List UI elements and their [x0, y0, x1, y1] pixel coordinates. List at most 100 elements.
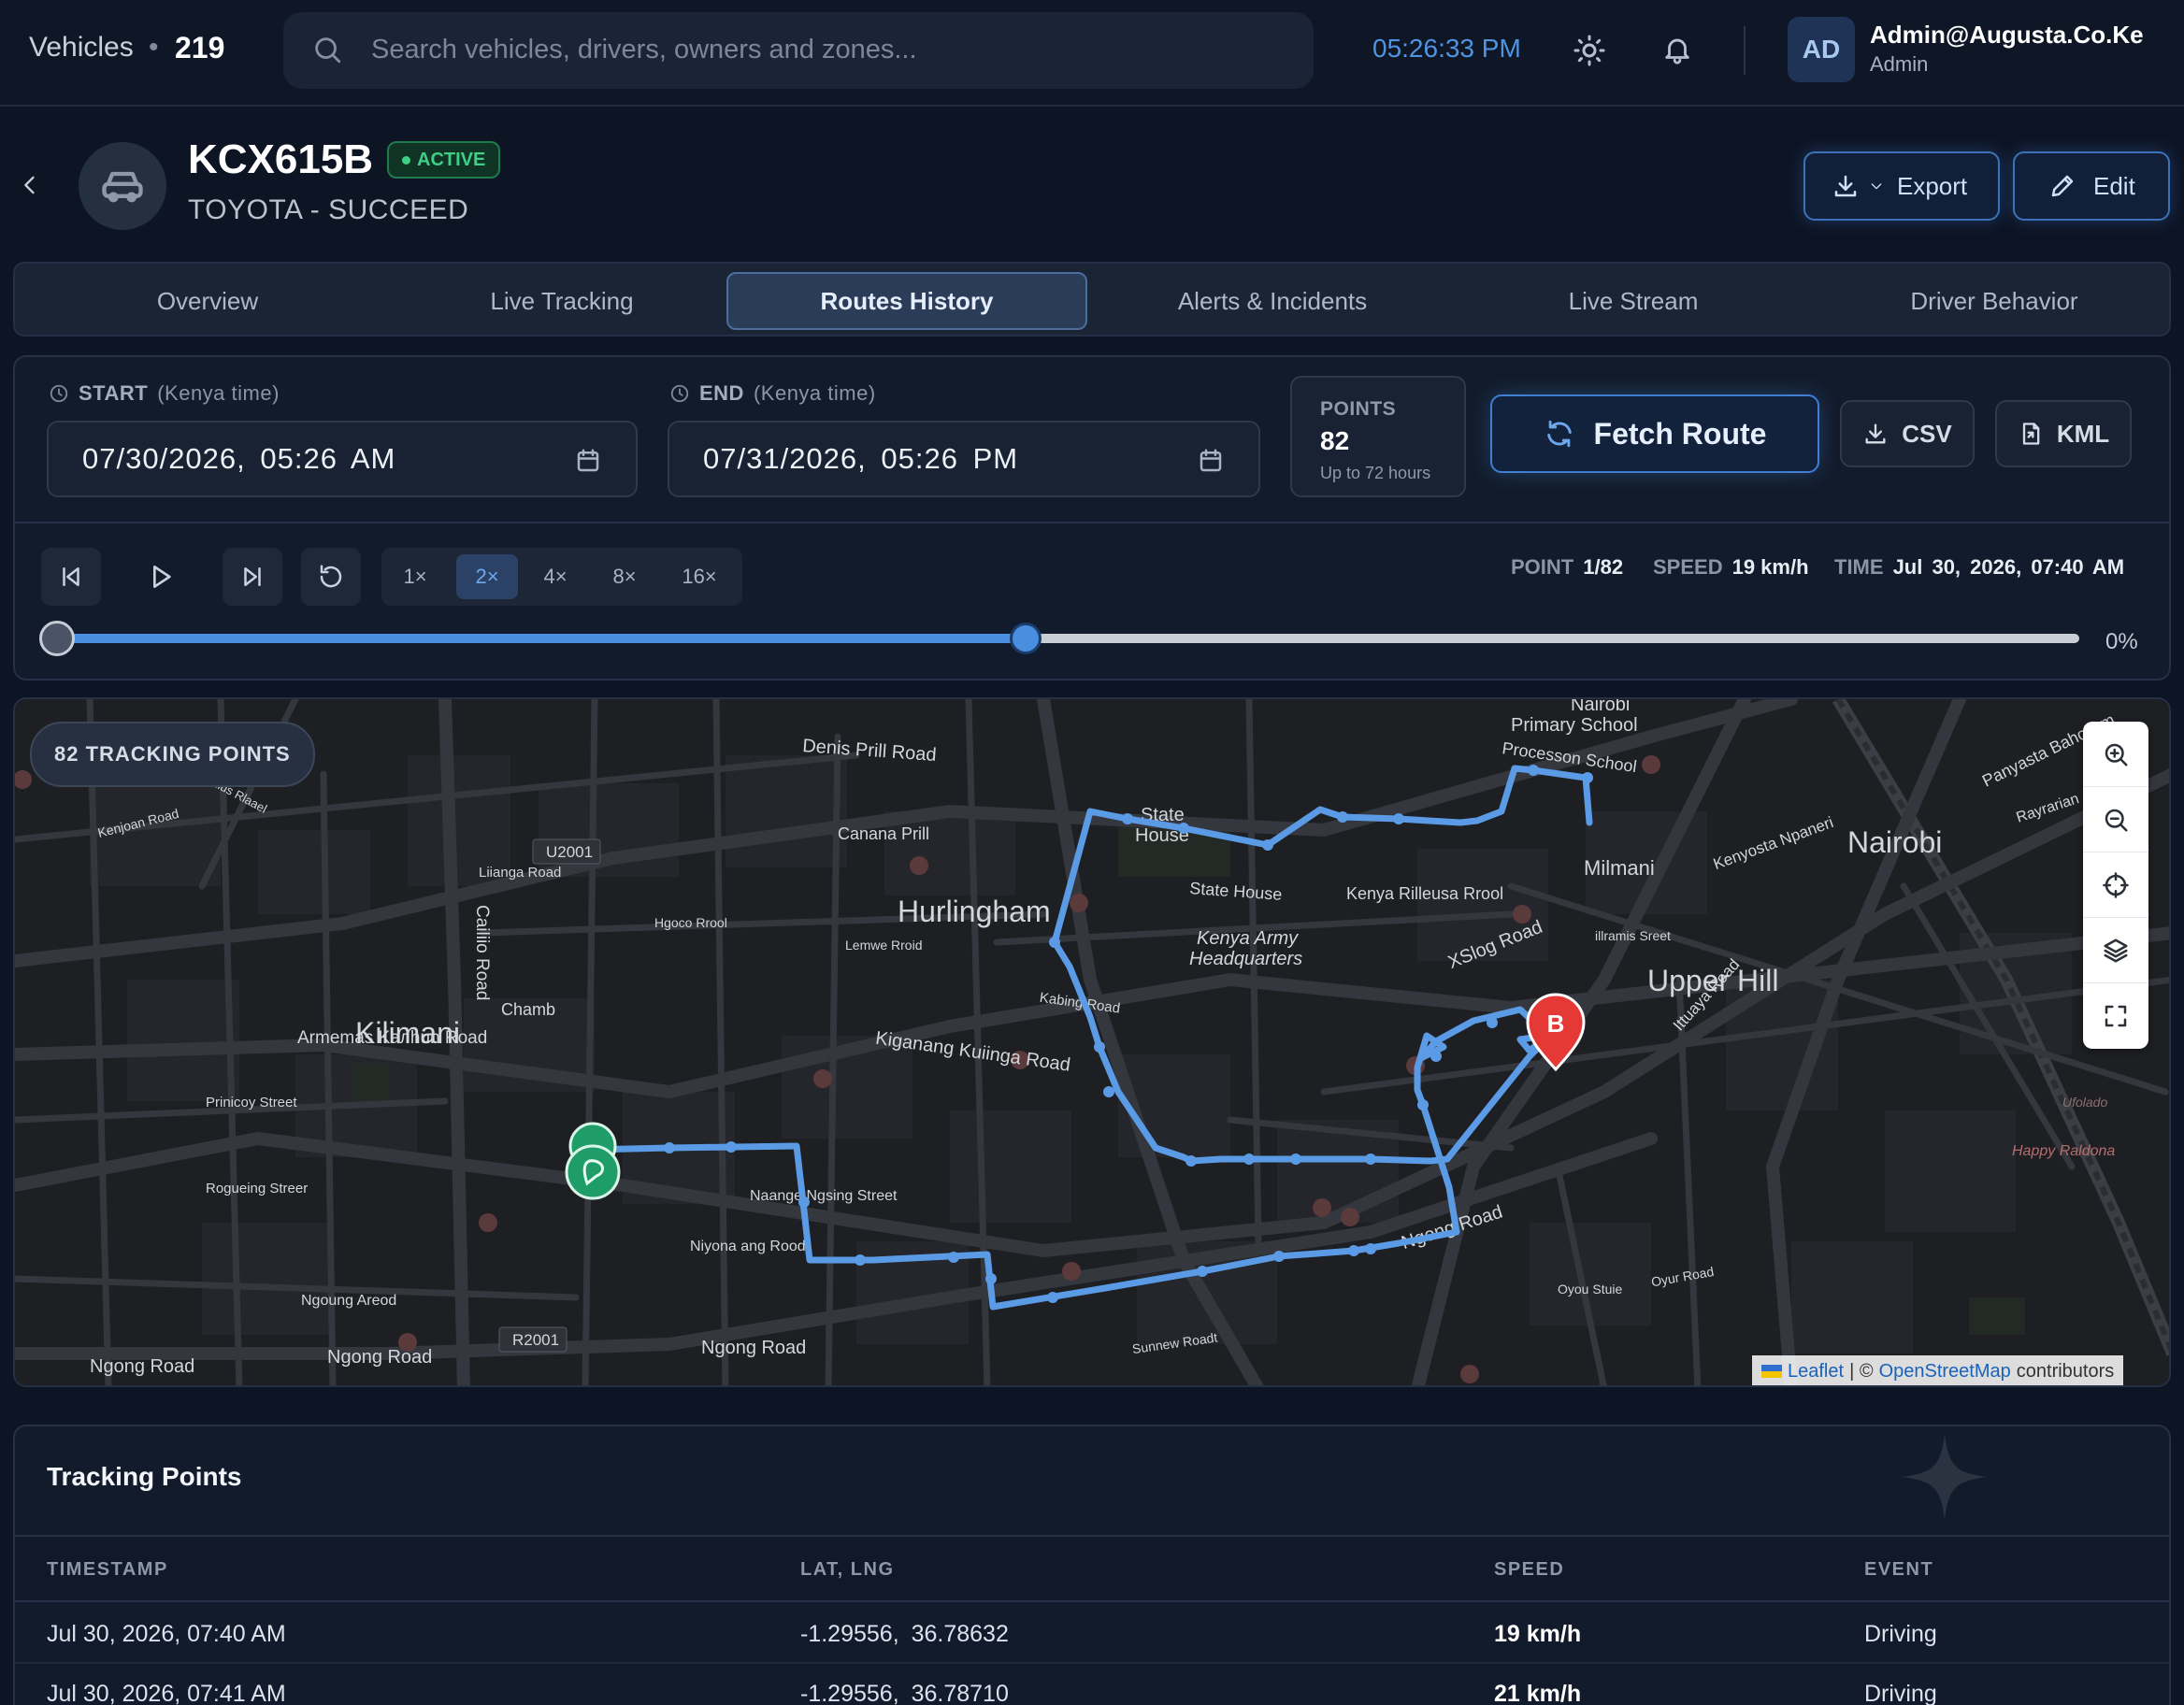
rotate-ccw-icon: [320, 565, 342, 588]
end-date-input[interactable]: 07/31/2026, 05:26 PM: [668, 421, 1260, 497]
skip-start-button[interactable]: [41, 548, 101, 606]
end-label-sub: (Kenya time): [753, 381, 876, 405]
map-label-rogueing: Rogueing Streer: [206, 1181, 308, 1196]
fetch-route-button[interactable]: Fetch Route: [1490, 394, 1819, 473]
column-header-timestamp[interactable]: TIMESTAMP: [47, 1559, 168, 1581]
tab-live-stream[interactable]: Live Stream: [1453, 272, 1814, 330]
table-header: TIMESTAMP LAT, LNG SPEED EVENT: [15, 1535, 2169, 1602]
layers-button[interactable]: [2083, 918, 2148, 983]
point-key: POINT: [1511, 555, 1574, 579]
playback-slider-handle[interactable]: [39, 621, 75, 656]
calendar-icon[interactable]: [574, 447, 602, 475]
sun-icon[interactable]: [1573, 34, 1606, 67]
user-role: Admin: [1870, 52, 1929, 76]
calendar-icon[interactable]: [1197, 447, 1225, 475]
csv-button[interactable]: CSV: [1840, 400, 1975, 467]
speed-16x[interactable]: 16×: [664, 554, 735, 599]
file-icon: [2022, 423, 2040, 445]
speed-2x[interactable]: 2×: [456, 554, 518, 599]
column-header-speed[interactable]: SPEED: [1494, 1559, 1564, 1581]
vehicle-plate: KCX615B: [188, 136, 374, 182]
cell-timestamp: Jul 30, 2026, 07:41 AM: [47, 1681, 286, 1705]
search-input[interactable]: [371, 29, 1287, 70]
map-label-hurlingham: Hurlingham: [898, 895, 1051, 928]
vehicle-avatar: [79, 142, 166, 230]
map-label-hgoco: Hgoco Rrool: [654, 915, 727, 930]
zoom-in-icon: [2105, 743, 2128, 766]
route-controls-panel: START (Kenya time) 07/30/2026, 05:26 AM E…: [13, 355, 2171, 681]
search-box[interactable]: [283, 12, 1314, 89]
sparkle-icon: [1902, 1434, 1988, 1520]
tab-driver-behavior[interactable]: Driver Behavior: [1814, 272, 2175, 330]
clock-icon: [50, 384, 68, 403]
start-label-text: START: [79, 381, 149, 405]
locate-button[interactable]: [2083, 852, 2148, 918]
back-chevron-icon[interactable]: [17, 170, 43, 200]
cell-event: Driving: [1864, 1621, 1937, 1647]
leaflet-link[interactable]: Leaflet: [1788, 1361, 1844, 1383]
map-canvas[interactable]: Hurlingham Kilimani Upper Hill Nairobi M…: [15, 699, 2171, 1387]
column-header-event[interactable]: EVENT: [1864, 1559, 1933, 1581]
tracking-points-title: Tracking Points: [47, 1462, 242, 1491]
tracking-points-pill: 82 TRACKING POINTS: [30, 722, 315, 787]
cell-speed: 19 km/h: [1494, 1621, 1582, 1647]
attribution-rest: contributors: [2016, 1360, 2115, 1382]
map-label-princoy: Prinicoy Street: [206, 1095, 297, 1110]
end-label-text: END: [699, 381, 744, 405]
end-label: END (Kenya time): [669, 381, 876, 406]
pencil-icon: [2051, 175, 2074, 197]
speed-8x[interactable]: 8×: [596, 554, 653, 599]
tab-live-tracking[interactable]: Live Tracking: [381, 272, 742, 330]
vehicles-count: 219: [175, 31, 225, 64]
start-date-input[interactable]: 07/30/2026, 05:26 AM: [47, 421, 638, 497]
map-label-kenya-army: Kenya Army: [1197, 928, 1299, 949]
route-start-marker[interactable]: [565, 1122, 621, 1200]
fullscreen-icon: [2105, 1005, 2127, 1027]
end-marker-label: B: [1547, 1010, 1565, 1038]
map-attribution: Leaflet | © OpenStreetMap contributors: [1752, 1355, 2124, 1385]
cell-latlng: -1.29556, 36.78710: [800, 1681, 1009, 1705]
edit-button[interactable]: Edit: [2013, 151, 2170, 221]
cell-speed: 21 km/h: [1494, 1681, 1582, 1705]
divider: [1744, 26, 1746, 75]
download-icon: [1865, 423, 1886, 444]
column-header-latlng[interactable]: LAT, LNG: [800, 1559, 895, 1581]
reset-button[interactable]: [301, 548, 361, 606]
layers-icon: [2104, 938, 2128, 962]
start-label: START (Kenya time): [49, 381, 280, 406]
kml-label: KML: [2056, 419, 2110, 448]
status-dot: [402, 155, 410, 165]
tracking-points-panel: Tracking Points TIMESTAMP LAT, LNG SPEED…: [13, 1425, 2171, 1705]
points-label: POINTS: [1320, 398, 1397, 420]
table-row[interactable]: Jul 30, 2026, 07:40 AM -1.29556, 36.7863…: [15, 1604, 2169, 1664]
route-map[interactable]: Hurlingham Kilimani Upper Hill Nairobi M…: [13, 697, 2171, 1387]
skip-end-button[interactable]: [223, 548, 282, 606]
download-icon: [1834, 175, 1857, 197]
road-shield-r2001: R2001: [498, 1326, 568, 1353]
tab-alerts-incidents[interactable]: Alerts & Incidents: [1092, 272, 1453, 330]
play-button[interactable]: [131, 548, 191, 606]
kml-button[interactable]: KML: [1995, 400, 2132, 467]
start-date-value: 07/30/2026, 05:26 AM: [82, 442, 396, 475]
table-row[interactable]: Jul 30, 2026, 07:41 AM -1.29556, 36.7871…: [15, 1664, 2169, 1705]
export-button[interactable]: Export: [1803, 151, 2000, 221]
speed-1x[interactable]: 1×: [389, 554, 441, 599]
tab-overview[interactable]: Overview: [27, 272, 388, 330]
time-readout: TIME Jul 30, 2026, 07:40 AM: [1834, 555, 2124, 580]
attribution-sep: | ©: [1849, 1360, 1874, 1382]
map-label-chamb: Chamb: [501, 1000, 555, 1019]
speed-4x[interactable]: 4×: [527, 554, 583, 599]
map-label-ngong-1: Ngong Road: [90, 1356, 194, 1377]
playback-buffer-handle[interactable]: [1010, 623, 1042, 654]
status-badge: ACTIVE: [387, 141, 501, 179]
fullscreen-button[interactable]: [2083, 983, 2148, 1049]
osm-link[interactable]: OpenStreetMap: [1879, 1361, 2011, 1383]
user-avatar[interactable]: AD: [1788, 17, 1855, 82]
map-label-nairobi: Nairobi: [1847, 825, 1942, 859]
bell-icon[interactable]: [1661, 34, 1693, 65]
zoom-in-button[interactable]: [2083, 722, 2148, 787]
zoom-out-button[interactable]: [2083, 787, 2148, 852]
road-shield-u2001: U2001: [532, 838, 601, 865]
map-label-illramis: illramis Sreet: [1595, 928, 1671, 943]
tab-routes-history[interactable]: Routes History: [726, 272, 1087, 330]
